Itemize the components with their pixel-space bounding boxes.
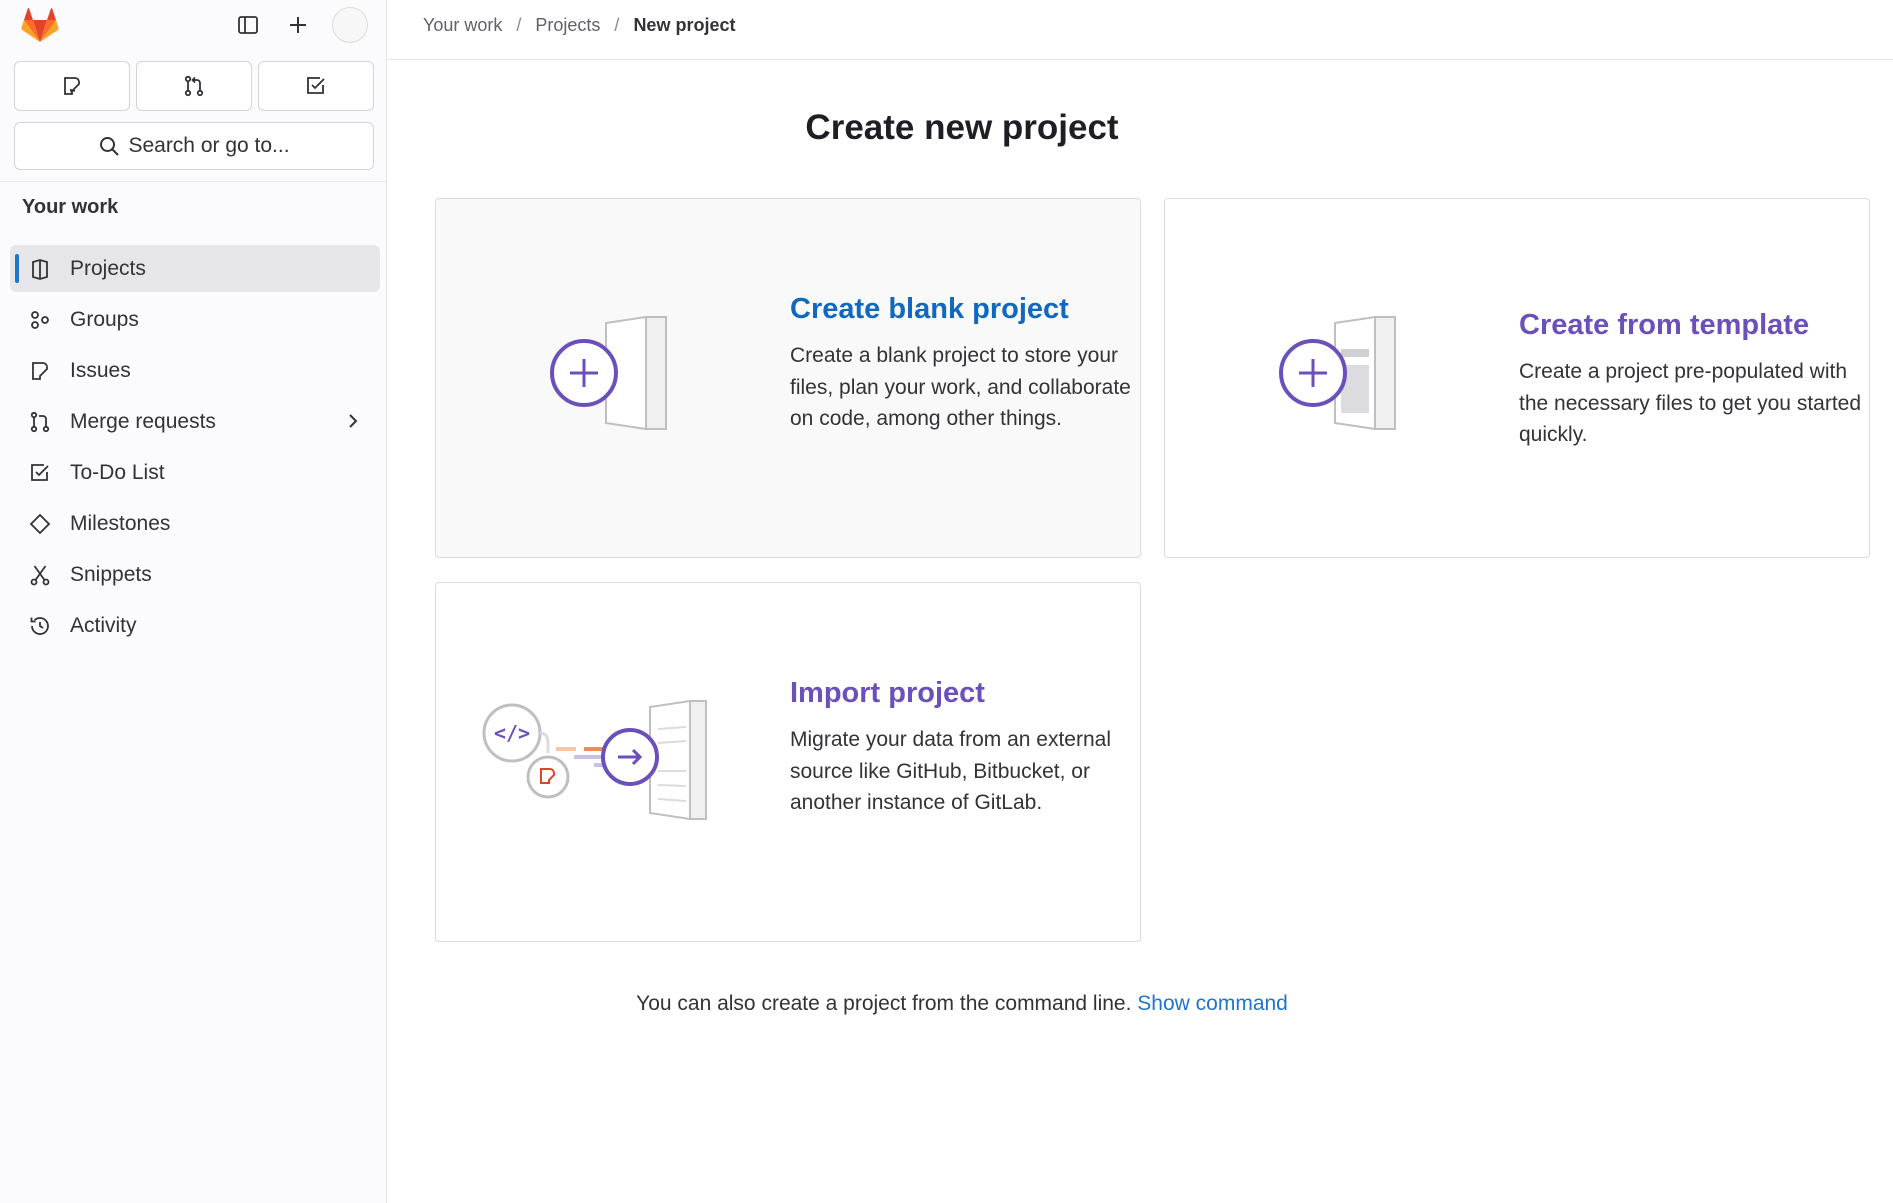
template-illustration-icon [1279,315,1396,431]
card-description: Migrate your data from an external sourc… [790,728,1111,814]
merge-request-icon [28,410,52,434]
todo-icon [28,461,52,485]
sidebar: Search or go to... Your work Projects Gr… [0,0,387,1203]
import-project-illustration-icon: </> [482,699,707,821]
sidebar-item-label: Issues [70,358,131,382]
project-icon [28,257,52,281]
svg-text:</>: </> [494,721,530,745]
card-description: Create a project pre-populated with the … [1519,360,1862,446]
cli-hint-text: You can also create a project from the c… [636,992,1132,1015]
sidebar-item-projects[interactable]: Projects [10,245,380,292]
search-button[interactable]: Search or go to... [14,122,374,170]
create-blank-project-card[interactable]: Create blank project Create a blank proj… [435,198,1141,558]
sidebar-nav: Projects Groups Issues Merge requests To… [10,245,380,653]
history-icon [28,614,52,638]
card-text: Import project Migrate your data from an… [790,677,1135,819]
sidebar-item-label: Milestones [70,511,171,535]
breadcrumb-separator: / [614,14,620,35]
create-from-template-card[interactable]: Create from template Create a project pr… [1164,198,1870,558]
section-title: Your work [22,196,119,218]
sidebar-item-merge-requests[interactable]: Merge requests [10,398,380,445]
sidebar-item-label: Merge requests [70,409,216,433]
milestone-icon [28,512,52,536]
sidebar-item-issues[interactable]: Issues [10,347,380,394]
merge-requests-button[interactable] [136,61,252,111]
issues-icon [28,359,52,383]
sidebar-item-snippets[interactable]: Snippets [10,551,380,598]
sidebar-item-label: Activity [70,613,137,637]
sidebar-item-activity[interactable]: Activity [10,602,380,649]
breadcrumb-projects[interactable]: Projects [535,15,600,36]
chevron-right-icon [349,414,358,428]
search-label: Search or go to... [128,134,290,157]
import-project-card[interactable]: </> Import project Migrate your data fro… [435,582,1141,942]
sidebar-item-milestones[interactable]: Milestones [10,500,380,547]
breadcrumb-your-work[interactable]: Your work [423,15,502,36]
cli-hint: You can also create a project from the c… [387,992,1537,1016]
create-new-icon[interactable] [283,10,313,40]
sidebar-topbar [0,0,386,50]
avatar[interactable] [332,7,368,43]
divider [387,59,1893,60]
blank-project-illustration-icon [550,315,667,431]
card-title[interactable]: Import project [790,677,1135,710]
search-icon [100,137,120,156]
todo-icon [307,77,325,94]
card-text: Create blank project Create a blank proj… [790,293,1135,435]
collapse-sidebar-icon[interactable] [233,10,263,40]
divider [0,181,386,182]
card-title[interactable]: Create blank project [790,293,1135,326]
sidebar-item-label: Groups [70,307,139,331]
page-title: Create new project [805,108,1119,147]
group-icon [28,308,52,332]
snippet-icon [28,563,52,587]
gitlab-logo-icon[interactable] [20,6,60,44]
sidebar-item-todo-list[interactable]: To-Do List [10,449,380,496]
sidebar-item-label: Snippets [70,562,152,586]
card-text: Create from template Create a project pr… [1519,309,1864,451]
todo-list-button[interactable] [258,61,374,111]
merge-request-icon [184,75,204,97]
sidebar-item-label: Projects [70,256,146,280]
sidebar-item-label: To-Do List [70,460,165,484]
card-description: Create a blank project to store your fil… [790,344,1131,430]
assigned-issues-button[interactable] [14,61,130,111]
breadcrumb-separator: / [516,14,522,35]
breadcrumb: Your work / Projects / New project [423,0,735,50]
sidebar-item-groups[interactable]: Groups [10,296,380,343]
breadcrumb-current[interactable]: New project [633,15,735,36]
issues-icon [64,77,80,95]
card-title[interactable]: Create from template [1519,309,1864,342]
quick-actions [14,61,374,111]
main-content: Your work / Projects / New project Creat… [387,0,1893,1203]
show-command-link[interactable]: Show command [1137,992,1288,1015]
